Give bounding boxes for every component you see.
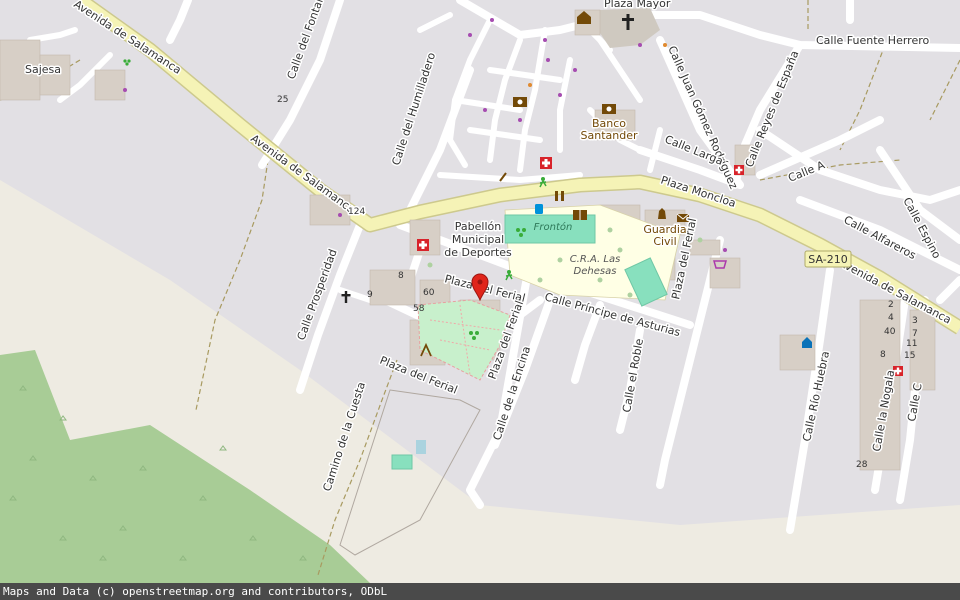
- bank-icon: [602, 104, 616, 114]
- road-shield-sa210: SA-210: [804, 250, 852, 268]
- label-calle-c: Calle C: [905, 382, 925, 422]
- house-number: 25: [277, 95, 288, 105]
- house-number: 8: [880, 350, 886, 360]
- label-pabellon-3: de Deportes: [444, 246, 512, 259]
- label-cra-1: C.R.A. Las: [570, 254, 621, 265]
- house-number: 8: [398, 271, 404, 281]
- sa210-label: SA-210: [808, 253, 847, 266]
- house-number: 2: [888, 300, 894, 310]
- pool-water: [416, 440, 426, 454]
- label-pabellon-2: Municipal: [452, 233, 504, 246]
- label-calle-roble: Calle el Roble: [620, 337, 646, 413]
- pharmacy-icon: [540, 157, 552, 169]
- label-pabellon-1: Pabellón: [455, 220, 501, 233]
- label-cra-2: Dehesas: [574, 266, 617, 277]
- house-number: 15: [904, 351, 915, 361]
- house-number: 60: [423, 288, 435, 298]
- label-calle-fuente-herrero: Calle Fuente Herrero: [816, 34, 930, 47]
- house-number: 11: [906, 339, 917, 349]
- library-icon: [573, 210, 587, 220]
- house-number: 7: [912, 329, 918, 339]
- house-number: 4: [888, 313, 894, 323]
- pool-area: [391, 454, 413, 470]
- label-calle-humilladero: Calle del Humilladero: [389, 51, 438, 167]
- label-sajesa: Sajesa: [25, 63, 61, 76]
- label-banco-2: Santander: [581, 129, 638, 142]
- police-icon: [658, 208, 666, 219]
- house-number: 3: [912, 316, 918, 326]
- attribution-bar: Maps and Data (c) openstreetmap.org and …: [0, 583, 960, 600]
- label-avenida-salamanca-w: Avenida de Salamanca: [248, 132, 357, 216]
- attribution-text: Maps and Data (c) openstreetmap.org and …: [3, 585, 388, 598]
- house-number: 9: [367, 290, 373, 300]
- map-canvas[interactable]: Avenida de Salamanca Avenida de Salamanc…: [0, 0, 960, 600]
- house-number: 124: [348, 207, 365, 217]
- bus-stop-icon: [535, 204, 543, 214]
- label-fronton: Frontón: [534, 221, 573, 233]
- house-number: 58: [413, 304, 425, 314]
- label-plaza-mayor: Plaza Mayor: [604, 0, 671, 10]
- house-number: 40: [884, 327, 896, 337]
- bank-icon: [513, 97, 527, 107]
- location-marker-icon[interactable]: [471, 273, 489, 302]
- house-number: 28: [856, 460, 868, 470]
- tree-cluster-icon: [123, 59, 131, 66]
- label-guardia-2: Civil: [653, 235, 676, 248]
- pharmacy-icon: [417, 239, 429, 251]
